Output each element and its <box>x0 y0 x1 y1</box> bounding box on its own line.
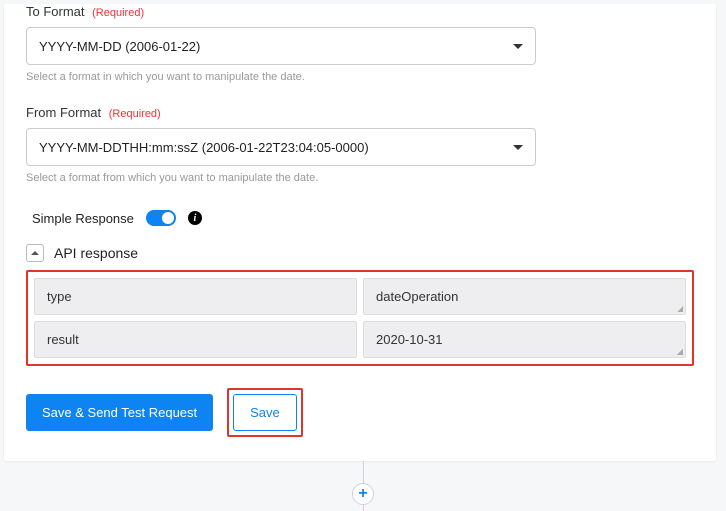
simple-response-row: Simple Response i <box>26 210 694 226</box>
save-send-test-button[interactable]: Save & Send Test Request <box>26 394 213 431</box>
to-format-select[interactable]: YYYY-MM-DD (2006-01-22) <box>26 27 536 65</box>
flow-connector: + <box>0 461 726 511</box>
table-row: result 2020-10-31 <box>34 321 686 358</box>
required-badge: (Required) <box>109 108 161 120</box>
from-format-select[interactable]: YYYY-MM-DDTHH:mm:ssZ (2006-01-22T23:04:0… <box>26 128 536 166</box>
to-format-value: YYYY-MM-DD (2006-01-22) <box>39 39 200 54</box>
chevron-up-icon <box>31 251 39 255</box>
label-text: To Format <box>26 4 85 19</box>
toggle-knob <box>162 212 174 224</box>
simple-response-label: Simple Response <box>32 211 134 226</box>
collapse-button[interactable] <box>26 244 44 262</box>
to-format-label: To Format (Required) <box>26 4 694 19</box>
response-value[interactable]: 2020-10-31 <box>363 321 686 358</box>
button-row: Save & Send Test Request Save <box>26 388 694 437</box>
form-card: To Format (Required) YYYY-MM-DD (2006-01… <box>4 4 716 461</box>
add-node-button[interactable]: + <box>352 483 374 505</box>
required-badge: (Required) <box>92 7 144 19</box>
response-key[interactable]: type <box>34 278 357 315</box>
table-row: type dateOperation <box>34 278 686 315</box>
response-value[interactable]: dateOperation <box>363 278 686 315</box>
save-highlight-box: Save <box>227 388 303 437</box>
label-text: From Format <box>26 105 101 120</box>
to-format-field: To Format (Required) YYYY-MM-DD (2006-01… <box>26 4 694 83</box>
chevron-down-icon <box>513 145 523 150</box>
api-response-frame: type dateOperation result 2020-10-31 <box>26 270 694 366</box>
from-format-label: From Format (Required) <box>26 105 694 120</box>
info-icon[interactable]: i <box>188 211 202 225</box>
simple-response-toggle[interactable] <box>146 210 176 226</box>
to-format-hint: Select a format in which you want to man… <box>26 71 694 83</box>
api-response-title: API response <box>54 245 138 261</box>
from-format-value: YYYY-MM-DDTHH:mm:ssZ (2006-01-22T23:04:0… <box>39 140 369 155</box>
from-format-hint: Select a format from which you want to m… <box>26 172 694 184</box>
chevron-down-icon <box>513 44 523 49</box>
response-key[interactable]: result <box>34 321 357 358</box>
api-response-header: API response <box>26 244 694 262</box>
save-button[interactable]: Save <box>233 394 297 431</box>
from-format-field: From Format (Required) YYYY-MM-DDTHH:mm:… <box>26 105 694 184</box>
